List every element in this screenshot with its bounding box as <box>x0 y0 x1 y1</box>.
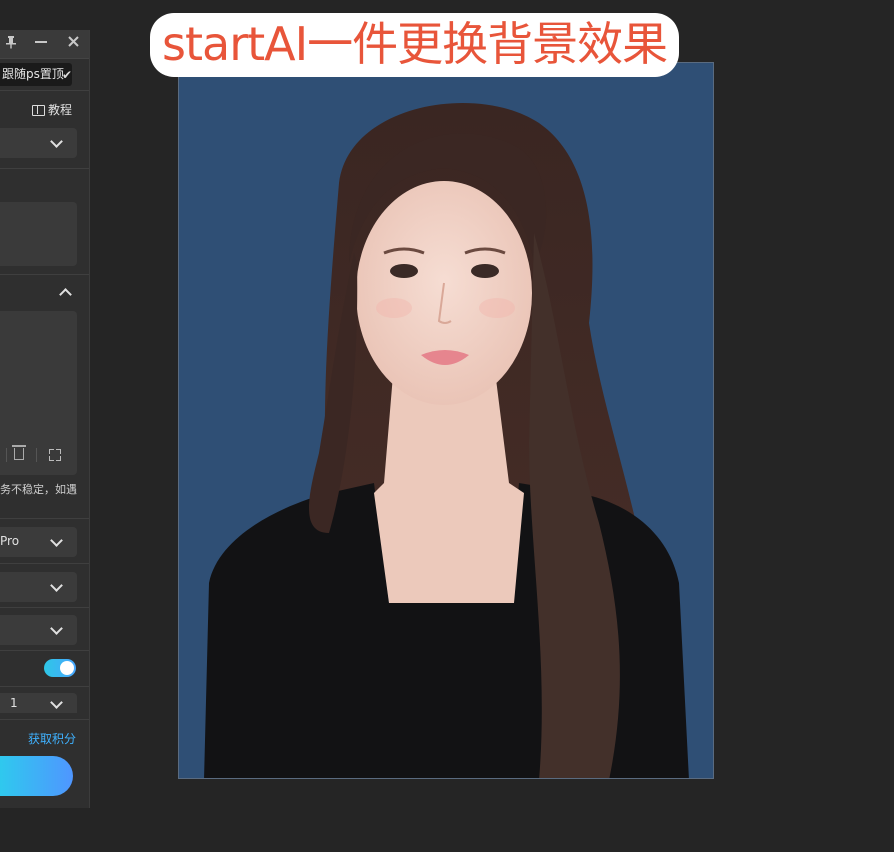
fullscreen-icon[interactable] <box>49 449 61 461</box>
chevron-up-icon[interactable] <box>59 288 72 301</box>
trash-icon[interactable] <box>12 445 26 460</box>
divider <box>0 168 89 169</box>
function-dropdown[interactable] <box>0 128 77 158</box>
minimize-icon[interactable] <box>34 36 48 50</box>
tutorial-link[interactable]: 教程 <box>32 101 72 118</box>
prompt-input[interactable] <box>0 202 77 266</box>
tutorial-label: 教程 <box>48 103 73 117</box>
style-dropdown[interactable] <box>0 572 77 602</box>
stability-note: 务不稳定，如遇 <box>0 483 77 496</box>
close-icon[interactable] <box>66 36 80 50</box>
chevron-down-icon <box>50 534 63 547</box>
chevron-down-icon <box>50 135 63 148</box>
divider <box>0 90 89 91</box>
option-toggle[interactable] <box>44 659 76 677</box>
divider <box>0 650 89 651</box>
panel-titlebar[interactable] <box>0 30 89 59</box>
chevron-down-icon <box>50 696 63 709</box>
model-dropdown-value: Pro <box>0 534 20 548</box>
divider <box>0 607 89 608</box>
image-preview-area[interactable] <box>0 311 77 475</box>
divider <box>0 274 89 275</box>
toggle-knob <box>60 661 74 675</box>
generate-button[interactable] <box>0 756 73 796</box>
check-icon[interactable]: ✔ <box>62 68 72 82</box>
divider <box>0 686 89 687</box>
portrait-image <box>179 63 713 778</box>
pin-icon[interactable] <box>4 36 18 50</box>
model-dropdown[interactable]: Pro <box>0 527 77 557</box>
chevron-down-icon <box>50 622 63 635</box>
divider <box>0 563 89 564</box>
headline-caption: startAI一件更换背景效果 <box>150 13 680 77</box>
count-dropdown-value: 1 <box>10 696 18 710</box>
book-icon <box>32 105 45 116</box>
get-credits-link[interactable]: 获取积分 <box>28 730 76 747</box>
divider <box>0 518 89 519</box>
chevron-down-icon <box>50 579 63 592</box>
canvas-photo <box>178 62 714 779</box>
startai-panel: 跟随ps置顶 ✔ 教程 务不稳定，如遇 Pro 1 获取积分 <box>0 30 90 808</box>
size-dropdown[interactable] <box>0 615 77 645</box>
divider <box>0 719 89 720</box>
count-dropdown[interactable]: 1 <box>0 693 77 713</box>
divider <box>6 448 7 462</box>
divider <box>36 448 37 462</box>
